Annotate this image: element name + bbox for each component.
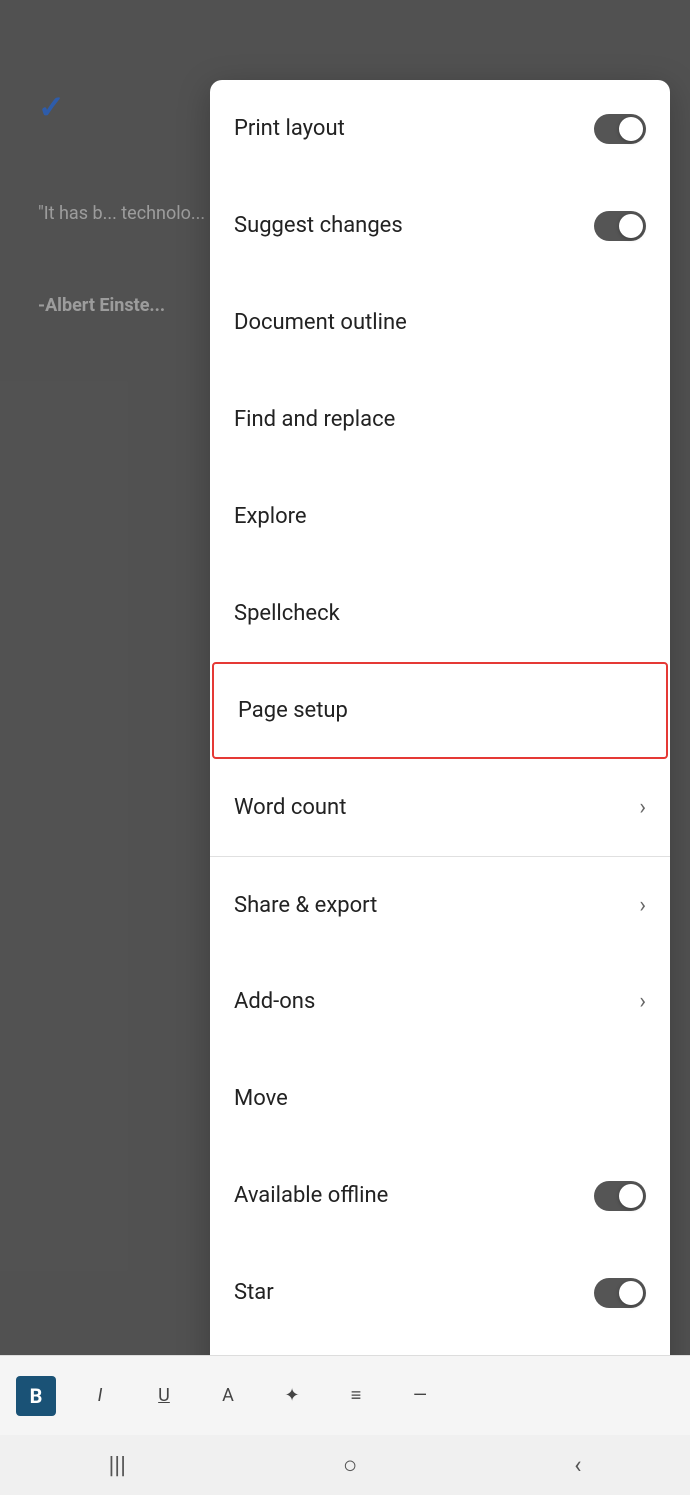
menu-item-explore[interactable]: Explore [210,468,670,565]
underline-icon: U [158,1385,170,1406]
menu-label-explore: Explore [234,504,307,529]
toolbar: B I U A ✦ ≡ — [0,1355,690,1435]
nav-home-icon[interactable]: ○ [343,1451,358,1480]
toggle-suggest-changes[interactable] [594,211,646,241]
toolbar-list-button[interactable]: — [400,1376,440,1416]
align-icon: ≡ [351,1385,362,1406]
menu-item-move[interactable]: Move [210,1050,670,1147]
menu-label-find-and-replace: Find and replace [234,407,395,432]
menu-item-suggest-changes[interactable]: Suggest changes [210,177,670,274]
menu-item-spellcheck[interactable]: Spellcheck [210,565,670,662]
menu-label-available-offline: Available offline [234,1183,388,1208]
nav-bar: ||| ○ ‹ [0,1435,690,1495]
nav-recents-icon[interactable]: ||| [108,1451,126,1479]
menu-label-print-layout: Print layout [234,116,345,141]
menu-label-word-count: Word count [234,795,346,820]
toggle-knob-star [619,1281,643,1305]
toggle-knob-available-offline [619,1184,643,1208]
italic-icon: I [98,1385,103,1406]
menu-item-page-setup[interactable]: Page setup [212,662,668,759]
nav-back-icon[interactable]: ‹ [574,1451,581,1479]
menu-label-suggest-changes: Suggest changes [234,213,403,238]
toggle-knob-print-layout [619,117,643,141]
menu-item-add-ons[interactable]: Add-ons › [210,953,670,1050]
menu-label-move: Move [234,1086,288,1111]
menu-label-page-setup: Page setup [238,698,348,723]
menu-item-print-layout[interactable]: Print layout [210,80,670,177]
list-icon: — [413,1385,427,1406]
menu-label-add-ons: Add-ons [234,989,315,1014]
toolbar-align-button[interactable]: ≡ [336,1376,376,1416]
bold-icon: B [30,1384,43,1408]
menu-item-find-and-replace[interactable]: Find and replace [210,371,670,468]
chevron-share-export: › [639,893,646,918]
toggle-knob-suggest-changes [619,214,643,238]
menu-item-word-count[interactable]: Word count › [210,759,670,856]
menu-item-share-export[interactable]: Share & export › [210,856,670,953]
toolbar-italic-button[interactable]: I [80,1376,120,1416]
menu-item-star[interactable]: Star [210,1244,670,1341]
menu-label-spellcheck: Spellcheck [234,601,340,626]
menu-label-share-export: Share & export [234,893,377,918]
menu-label-document-outline: Document outline [234,310,407,335]
toggle-print-layout[interactable] [594,114,646,144]
toolbar-underline-button[interactable]: U [144,1376,184,1416]
chevron-add-ons: › [639,989,646,1014]
toggle-star[interactable] [594,1278,646,1308]
toggle-available-offline[interactable] [594,1181,646,1211]
font-color-icon: A [222,1385,234,1406]
menu-item-available-offline[interactable]: Available offline [210,1147,670,1244]
menu-label-star: Star [234,1280,274,1305]
toolbar-highlight-button[interactable]: ✦ [272,1376,312,1416]
menu-item-document-outline[interactable]: Document outline [210,274,670,371]
highlight-icon: ✦ [284,1385,299,1406]
toolbar-bold-button[interactable]: B [16,1376,56,1416]
chevron-word-count: › [639,795,646,820]
toolbar-font-color-button[interactable]: A [208,1376,248,1416]
menu-panel: Print layout Suggest changes Document ou… [210,80,670,1438]
